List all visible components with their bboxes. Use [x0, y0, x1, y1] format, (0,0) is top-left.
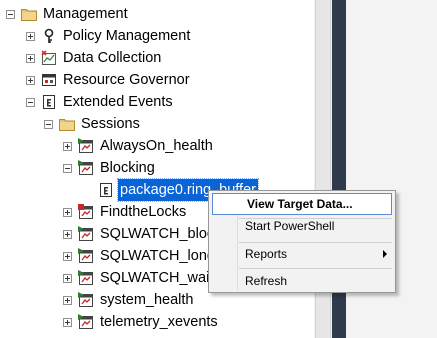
- session-icon: [78, 138, 94, 154]
- tree-node-policy-management[interactable]: Policy Management: [26, 25, 190, 47]
- tree-label: AlwaysOn_health: [100, 138, 213, 154]
- tree-label: Management: [43, 6, 128, 22]
- menu-separator: [239, 268, 392, 269]
- expand-icon[interactable]: [63, 141, 72, 151]
- tree-node-session[interactable]: AlwaysOn_health: [63, 135, 213, 157]
- expand-icon[interactable]: [63, 251, 72, 261]
- expand-icon[interactable]: [63, 229, 72, 239]
- expand-icon[interactable]: [63, 207, 72, 217]
- session-icon: [78, 314, 94, 330]
- menu-item-start-powershell[interactable]: Start PowerShell: [211, 215, 393, 237]
- session-icon: [78, 226, 94, 242]
- menu-item-reports[interactable]: Reports: [211, 243, 393, 265]
- collapse-icon[interactable]: [44, 119, 53, 129]
- tree-label: Resource Governor: [63, 72, 190, 88]
- expand-icon[interactable]: [63, 273, 72, 283]
- expand-icon[interactable]: [63, 295, 72, 305]
- tree-label: Sessions: [81, 116, 140, 132]
- collapse-icon[interactable]: [6, 9, 15, 19]
- session-icon: [78, 248, 94, 264]
- tree-label: Extended Events: [63, 94, 173, 110]
- collapse-icon[interactable]: [26, 97, 35, 107]
- tree-label: SQLWATCH_bloc: [100, 226, 215, 242]
- session-icon: [78, 270, 94, 286]
- tree-node-session[interactable]: SQLWATCH_long: [63, 245, 215, 267]
- tree-node-data-collection[interactable]: Data Collection: [26, 47, 161, 69]
- submenu-arrow-icon: [383, 250, 387, 258]
- menu-item-label: Reports: [245, 247, 288, 261]
- extended-events-icon: [41, 94, 57, 110]
- menu-item-label: View Target Data...: [247, 197, 353, 211]
- tree-label: SQLWATCH_long: [100, 248, 215, 264]
- tree-node-session[interactable]: Blocking: [63, 157, 155, 179]
- tree-node-session[interactable]: telemetry_xevents: [63, 311, 218, 333]
- session-icon: [78, 292, 94, 308]
- menu-item-label: Refresh: [245, 274, 288, 288]
- session-stopped-icon: [78, 204, 94, 220]
- tree-node-extended-events[interactable]: Extended Events: [26, 91, 173, 113]
- tree-label: system_health: [100, 292, 194, 308]
- tree-label: telemetry_xevents: [100, 314, 218, 330]
- tree-label: Policy Management: [63, 28, 191, 44]
- tree-node-session[interactable]: FindtheLocks: [63, 201, 186, 223]
- folder-icon: [21, 6, 37, 22]
- menu-item-label: Start PowerShell: [245, 219, 335, 233]
- tree-label: Blocking: [100, 160, 155, 176]
- expand-icon[interactable]: [26, 31, 35, 41]
- data-collection-icon: [41, 50, 57, 66]
- tree-node-session[interactable]: system_health: [63, 289, 194, 311]
- tree-node-management[interactable]: Management: [6, 3, 128, 25]
- tree-label: SQLWATCH_wait: [100, 270, 214, 286]
- resource-governor-icon: [41, 72, 57, 88]
- tree-node-session[interactable]: SQLWATCH_wait: [63, 267, 213, 289]
- tree-node-resource-governor[interactable]: Resource Governor: [26, 69, 190, 91]
- context-menu: View Target Data... Start PowerShell Rep…: [208, 190, 396, 293]
- menu-item-refresh[interactable]: Refresh: [211, 270, 393, 292]
- target-icon: [98, 182, 114, 198]
- policy-icon: [41, 28, 57, 44]
- tree-node-session[interactable]: SQLWATCH_bloc: [63, 223, 214, 245]
- tree-label: FindtheLocks: [100, 204, 187, 220]
- expand-icon[interactable]: [63, 317, 72, 327]
- tree-label: Data Collection: [63, 50, 162, 66]
- folder-icon: [59, 116, 75, 132]
- menu-item-view-target-data[interactable]: View Target Data...: [212, 193, 392, 215]
- expand-icon[interactable]: [26, 75, 35, 85]
- collapse-icon[interactable]: [63, 163, 72, 173]
- session-icon: [78, 160, 94, 176]
- tree-node-sessions[interactable]: Sessions: [44, 113, 140, 135]
- expand-icon[interactable]: [26, 53, 35, 63]
